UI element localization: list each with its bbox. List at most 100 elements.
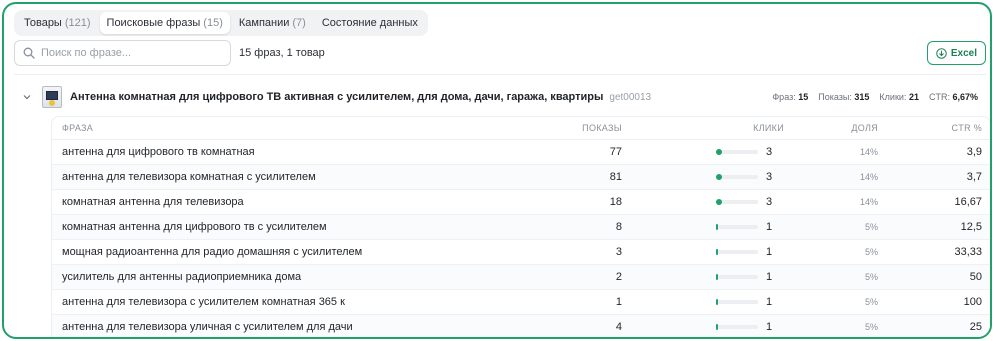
- clicks-share-bar-fill: [716, 248, 718, 255]
- clicks-share-bar: [716, 223, 758, 230]
- shows-cell: 8: [482, 214, 632, 240]
- share-cell: 5%: [794, 239, 888, 265]
- phrase-cell: комнатная антенна для телевизора: [52, 189, 482, 215]
- table-row[interactable]: антенна для телевизора уличная с усилите…: [52, 314, 990, 337]
- table-row[interactable]: комнатная антенна для цифрового тв с уси…: [52, 214, 990, 240]
- excel-export-button[interactable]: Excel: [926, 41, 986, 65]
- product-id: get00013: [609, 91, 652, 103]
- table-row[interactable]: антенна для телевизора с усилителем комн…: [52, 289, 990, 315]
- clicks-share-bar: [716, 248, 758, 255]
- share-cell: 14%: [794, 164, 888, 190]
- ctr-cell: 50: [888, 264, 990, 290]
- clicks-share-bar: [716, 148, 758, 155]
- phrase-cell: антенна для телевизора комнатная с усили…: [52, 164, 482, 190]
- tab-label: Кампании: [238, 17, 290, 29]
- clicks-value: 3: [766, 170, 773, 183]
- phrase-cell: антенна для цифрового тв комнатная: [52, 139, 482, 165]
- clicks-cell: 1: [632, 314, 794, 337]
- table-row[interactable]: антенна для цифрового тв комнатная 77 3 14%…: [52, 139, 990, 165]
- phrase-cell: мощная радиоантенна для радио домашняя с…: [52, 239, 482, 265]
- tab-label: Поисковые фразы: [106, 17, 201, 29]
- clicks-share-bar-fill: [716, 323, 718, 330]
- tab-search-phrases[interactable]: Поисковые фразы (15): [99, 12, 230, 34]
- shows-cell: 1: [482, 289, 632, 315]
- share-cell: 14%: [794, 139, 888, 165]
- product-group-header[interactable]: Антенна комнатная для цифрового ТВ актив…: [22, 84, 978, 110]
- divider: [14, 74, 986, 75]
- clicks-share-bar-fill: [716, 298, 718, 305]
- shows-cell: 2: [482, 264, 632, 290]
- clicks-value: 1: [766, 220, 773, 233]
- stat-ctr: CTR: 6,67%: [928, 92, 978, 102]
- phrase-cell: усилитель для антенны радиоприемника дом…: [52, 264, 482, 290]
- share-cell: 5%: [794, 264, 888, 290]
- clicks-cell: 3: [632, 164, 794, 190]
- ctr-cell: 3,7: [888, 164, 990, 190]
- column-header-clicks[interactable]: Клики: [632, 117, 794, 140]
- clicks-share-bar: [716, 323, 758, 330]
- results-summary: 15 фраз, 1 товар: [239, 47, 325, 59]
- column-header-shows[interactable]: Показы: [482, 117, 632, 140]
- clicks-cell: 1: [632, 289, 794, 315]
- tab-campaigns[interactable]: Кампании (7): [232, 12, 313, 34]
- table-row[interactable]: антенна для телевизора комнатная с усили…: [52, 164, 990, 190]
- clicks-cell: 1: [632, 214, 794, 240]
- shows-cell: 3: [482, 239, 632, 265]
- column-header-ctr[interactable]: CTR %: [888, 117, 990, 140]
- shows-cell: 77: [482, 139, 632, 165]
- ctr-cell: 16,67: [888, 189, 990, 215]
- clicks-share-bar: [716, 298, 758, 305]
- clicks-value: 1: [766, 270, 773, 283]
- phrase-cell: антенна для телевизора с усилителем комн…: [52, 289, 482, 315]
- phrase-cell: антенна для телевизора уличная с усилите…: [52, 314, 482, 337]
- share-cell: 5%: [794, 314, 888, 337]
- table-header-row: Фраза Показы Клики Доля CTR %: [52, 117, 990, 140]
- clicks-value: 3: [766, 195, 773, 208]
- product-title: Антенна комнатная для цифрового ТВ актив…: [70, 91, 604, 103]
- product-stats: Фраз: 15 Показы: 315 Клики: 21 CTR: 6,67…: [772, 92, 978, 102]
- table-row[interactable]: комнатная антенна для телевизора 18 3 14% 16…: [52, 189, 990, 215]
- chevron-down-icon[interactable]: [22, 92, 32, 102]
- shows-cell: 18: [482, 189, 632, 215]
- tab-count: (121): [64, 17, 91, 29]
- clicks-share-bar-fill: [716, 198, 722, 205]
- table-row[interactable]: усилитель для антенны радиоприемника дом…: [52, 264, 990, 290]
- tab-data-status[interactable]: Состояние данных: [315, 12, 425, 34]
- tab-label: Товары: [24, 17, 62, 29]
- clicks-share-bar-fill: [716, 173, 722, 180]
- stat-clicks: Клики: 21: [879, 92, 919, 102]
- phrases-table: Фраза Показы Клики Доля CTR % антенна дл…: [51, 116, 990, 337]
- excel-label: Excel: [950, 47, 977, 59]
- clicks-share-bar: [716, 273, 758, 280]
- shows-cell: 4: [482, 314, 632, 337]
- table-row[interactable]: мощная радиоантенна для радио домашняя с…: [52, 239, 990, 265]
- tab-count: (7): [292, 17, 306, 29]
- ctr-cell: 100: [888, 289, 990, 315]
- tab-products[interactable]: Товары (121): [17, 12, 98, 34]
- clicks-value: 1: [766, 320, 773, 333]
- clicks-cell: 3: [632, 189, 794, 215]
- stat-shows: Показы: 315: [818, 92, 870, 102]
- stat-phrases: Фраз: 15: [772, 92, 809, 102]
- search-input[interactable]: [41, 47, 221, 59]
- clicks-share-bar-fill: [716, 273, 718, 280]
- share-cell: 5%: [794, 289, 888, 315]
- clicks-cell: 1: [632, 264, 794, 290]
- clicks-value: 3: [766, 145, 773, 158]
- clicks-share-bar-fill: [716, 223, 718, 230]
- ctr-cell: 12,5: [888, 214, 990, 240]
- clicks-share-bar-fill: [716, 148, 722, 155]
- column-header-share[interactable]: Доля: [794, 117, 888, 140]
- product-thumbnail: [42, 86, 62, 108]
- shows-cell: 81: [482, 164, 632, 190]
- ctr-cell: 33,33: [888, 239, 990, 265]
- ctr-cell: 3,9: [888, 139, 990, 165]
- phrases-panel: Товары (121) Поисковые фразы (15) Кампании…: [2, 2, 992, 339]
- phrase-cell: комнатная антенна для цифрового тв с уси…: [52, 214, 482, 240]
- share-cell: 5%: [794, 214, 888, 240]
- clicks-cell: 3: [632, 139, 794, 165]
- tab-bar: Товары (121) Поисковые фразы (15) Кампании…: [14, 10, 428, 36]
- ctr-cell: 25: [888, 314, 990, 337]
- clicks-share-bar: [716, 198, 758, 205]
- column-header-phrase[interactable]: Фраза: [52, 117, 482, 140]
